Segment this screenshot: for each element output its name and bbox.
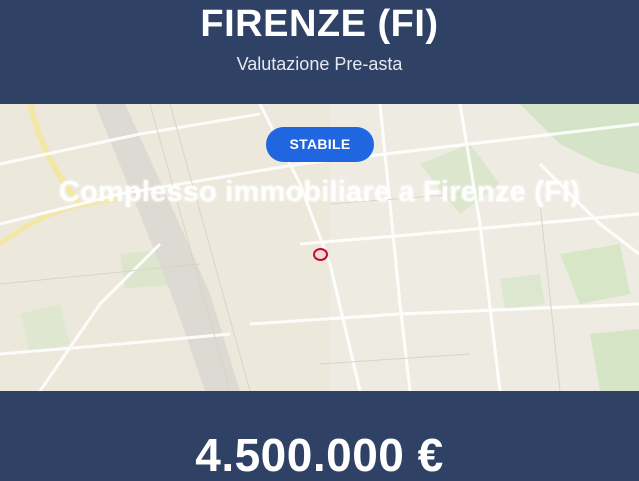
status-badge: STABILE	[266, 127, 374, 162]
page-subtitle: Valutazione Pre-asta	[236, 54, 403, 74]
header: FIRENZE (FI) Valutazione Pre-asta	[0, 0, 639, 104]
footer: 4.500.000 €	[0, 391, 639, 481]
property-title: Complesso immobiliare a Firenze (FI)	[58, 176, 581, 208]
price-value: 4.500.000 €	[195, 429, 444, 481]
map-pin-icon[interactable]	[313, 248, 328, 261]
page-title: FIRENZE (FI)	[200, 3, 439, 45]
map-view[interactable]: STABILE Complesso immobiliare a Firenze …	[0, 104, 639, 391]
